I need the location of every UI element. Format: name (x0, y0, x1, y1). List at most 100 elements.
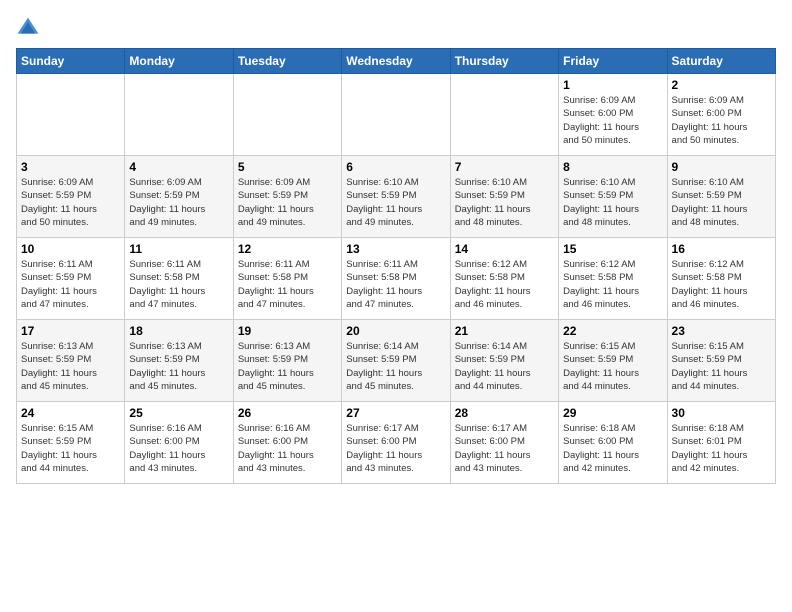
day-info: Sunrise: 6:11 AM Sunset: 5:58 PM Dayligh… (129, 258, 228, 311)
day-info: Sunrise: 6:15 AM Sunset: 5:59 PM Dayligh… (21, 422, 120, 475)
calendar-cell: 10Sunrise: 6:11 AM Sunset: 5:59 PM Dayli… (17, 238, 125, 320)
day-info: Sunrise: 6:13 AM Sunset: 5:59 PM Dayligh… (129, 340, 228, 393)
day-number: 15 (563, 242, 662, 256)
day-info: Sunrise: 6:09 AM Sunset: 5:59 PM Dayligh… (238, 176, 337, 229)
calendar-cell: 22 Sunrise: 6:15 AM Sunset: 5:59 PM Dayli… (559, 320, 667, 402)
day-number: 3 (21, 160, 120, 174)
calendar-cell (125, 74, 233, 156)
logo-icon (16, 16, 40, 40)
day-number: 23 (672, 324, 771, 338)
day-info: Sunrise: 6:09 AM Sunset: 6:00 PM Dayligh… (672, 94, 771, 147)
day-info: Sunrise: 6:09 AM Sunset: 5:59 PM Dayligh… (21, 176, 120, 229)
day-info: Sunrise: 6:10 AM Sunset: 5:59 PM Dayligh… (455, 176, 554, 229)
weekday-header: Tuesday (233, 49, 341, 74)
day-number: 21 (455, 324, 554, 338)
day-info: Sunrise: 6:15 AM Sunset: 5:59 PM Dayligh… (563, 340, 662, 393)
weekday-header: Thursday (450, 49, 558, 74)
calendar-cell: 25Sunrise: 6:16 AM Sunset: 6:00 PM Dayli… (125, 402, 233, 484)
day-info: Sunrise: 6:18 AM Sunset: 6:00 PM Dayligh… (563, 422, 662, 475)
day-number: 27 (346, 406, 445, 420)
calendar-cell: 8Sunrise: 6:10 AM Sunset: 5:59 PM Daylig… (559, 156, 667, 238)
day-info: Sunrise: 6:17 AM Sunset: 6:00 PM Dayligh… (455, 422, 554, 475)
day-number: 25 (129, 406, 228, 420)
calendar-cell: 24 Sunrise: 6:15 AM Sunset: 5:59 PM Dayli… (17, 402, 125, 484)
day-number: 10 (21, 242, 120, 256)
calendar-cell: 20 Sunrise: 6:14 AM Sunset: 5:59 PM Dayli… (342, 320, 450, 402)
day-number: 29 (563, 406, 662, 420)
day-number: 19 (238, 324, 337, 338)
page-header (16, 16, 776, 40)
day-number: 17 (21, 324, 120, 338)
day-number: 12 (238, 242, 337, 256)
calendar-cell: 14 Sunrise: 6:12 AM Sunset: 5:58 PM Dayli… (450, 238, 558, 320)
day-number: 30 (672, 406, 771, 420)
day-number: 4 (129, 160, 228, 174)
calendar-cell: 15 Sunrise: 6:12 AM Sunset: 5:58 PM Dayli… (559, 238, 667, 320)
calendar-cell (233, 74, 341, 156)
calendar-cell: 27Sunrise: 6:17 AM Sunset: 6:00 PM Dayli… (342, 402, 450, 484)
calendar-cell: 29 Sunrise: 6:18 AM Sunset: 6:00 PM Dayli… (559, 402, 667, 484)
calendar-cell: 19 Sunrise: 6:13 AM Sunset: 5:59 PM Dayli… (233, 320, 341, 402)
day-info: Sunrise: 6:10 AM Sunset: 5:59 PM Dayligh… (563, 176, 662, 229)
calendar-cell: 5 Sunrise: 6:09 AM Sunset: 5:59 PM Daylig… (233, 156, 341, 238)
weekday-header: Friday (559, 49, 667, 74)
day-number: 18 (129, 324, 228, 338)
weekday-header: Monday (125, 49, 233, 74)
day-info: Sunrise: 6:13 AM Sunset: 5:59 PM Dayligh… (238, 340, 337, 393)
calendar-week-row: 17 Sunrise: 6:13 AM Sunset: 5:59 PM Dayli… (17, 320, 776, 402)
day-info: Sunrise: 6:18 AM Sunset: 6:01 PM Dayligh… (672, 422, 771, 475)
calendar-cell: 6 Sunrise: 6:10 AM Sunset: 5:59 PM Daylig… (342, 156, 450, 238)
calendar-cell: 2Sunrise: 6:09 AM Sunset: 6:00 PM Daylig… (667, 74, 775, 156)
day-info: Sunrise: 6:11 AM Sunset: 5:58 PM Dayligh… (238, 258, 337, 311)
day-number: 11 (129, 242, 228, 256)
day-info: Sunrise: 6:10 AM Sunset: 5:59 PM Dayligh… (672, 176, 771, 229)
day-number: 7 (455, 160, 554, 174)
weekday-header: Wednesday (342, 49, 450, 74)
day-info: Sunrise: 6:15 AM Sunset: 5:59 PM Dayligh… (672, 340, 771, 393)
calendar-cell: 28 Sunrise: 6:17 AM Sunset: 6:00 PM Dayli… (450, 402, 558, 484)
calendar-table: SundayMondayTuesdayWednesdayThursdayFrid… (16, 48, 776, 484)
day-number: 26 (238, 406, 337, 420)
calendar-cell: 30 Sunrise: 6:18 AM Sunset: 6:01 PM Dayli… (667, 402, 775, 484)
day-info: Sunrise: 6:09 AM Sunset: 5:59 PM Dayligh… (129, 176, 228, 229)
calendar-cell: 12 Sunrise: 6:11 AM Sunset: 5:58 PM Dayli… (233, 238, 341, 320)
day-info: Sunrise: 6:10 AM Sunset: 5:59 PM Dayligh… (346, 176, 445, 229)
calendar-cell (17, 74, 125, 156)
calendar-week-row: 3 Sunrise: 6:09 AM Sunset: 5:59 PM Daylig… (17, 156, 776, 238)
day-number: 13 (346, 242, 445, 256)
day-info: Sunrise: 6:11 AM Sunset: 5:58 PM Dayligh… (346, 258, 445, 311)
day-number: 6 (346, 160, 445, 174)
calendar-week-row: 1 Sunrise: 6:09 AM Sunset: 6:00 PM Daylig… (17, 74, 776, 156)
day-number: 24 (21, 406, 120, 420)
weekday-header: Sunday (17, 49, 125, 74)
calendar-week-row: 24 Sunrise: 6:15 AM Sunset: 5:59 PM Dayli… (17, 402, 776, 484)
day-info: Sunrise: 6:09 AM Sunset: 6:00 PM Dayligh… (563, 94, 662, 147)
day-number: 16 (672, 242, 771, 256)
day-info: Sunrise: 6:12 AM Sunset: 5:58 PM Dayligh… (455, 258, 554, 311)
calendar-cell: 16 Sunrise: 6:12 AM Sunset: 5:58 PM Dayli… (667, 238, 775, 320)
calendar-cell: 1 Sunrise: 6:09 AM Sunset: 6:00 PM Daylig… (559, 74, 667, 156)
day-number: 5 (238, 160, 337, 174)
calendar-cell: 26 Sunrise: 6:16 AM Sunset: 6:00 PM Dayli… (233, 402, 341, 484)
day-info: Sunrise: 6:14 AM Sunset: 5:59 PM Dayligh… (346, 340, 445, 393)
day-info: Sunrise: 6:12 AM Sunset: 5:58 PM Dayligh… (563, 258, 662, 311)
calendar-cell: 4 Sunrise: 6:09 AM Sunset: 5:59 PM Daylig… (125, 156, 233, 238)
day-info: Sunrise: 6:16 AM Sunset: 6:00 PM Dayligh… (238, 422, 337, 475)
calendar-cell: 17Sunrise: 6:13 AM Sunset: 5:59 PM Dayli… (17, 320, 125, 402)
day-info: Sunrise: 6:14 AM Sunset: 5:59 PM Dayligh… (455, 340, 554, 393)
calendar-cell: 11 Sunrise: 6:11 AM Sunset: 5:58 PM Dayli… (125, 238, 233, 320)
calendar-cell: 9Sunrise: 6:10 AM Sunset: 5:59 PM Daylig… (667, 156, 775, 238)
logo (16, 16, 44, 40)
weekday-header: Saturday (667, 49, 775, 74)
calendar-cell: 18 Sunrise: 6:13 AM Sunset: 5:59 PM Dayli… (125, 320, 233, 402)
day-number: 20 (346, 324, 445, 338)
calendar-cell (342, 74, 450, 156)
day-number: 28 (455, 406, 554, 420)
calendar-week-row: 10Sunrise: 6:11 AM Sunset: 5:59 PM Dayli… (17, 238, 776, 320)
day-number: 22 (563, 324, 662, 338)
day-info: Sunrise: 6:12 AM Sunset: 5:58 PM Dayligh… (672, 258, 771, 311)
calendar-cell: 23 Sunrise: 6:15 AM Sunset: 5:59 PM Dayli… (667, 320, 775, 402)
day-number: 14 (455, 242, 554, 256)
day-number: 1 (563, 78, 662, 92)
calendar-cell: 7 Sunrise: 6:10 AM Sunset: 5:59 PM Daylig… (450, 156, 558, 238)
